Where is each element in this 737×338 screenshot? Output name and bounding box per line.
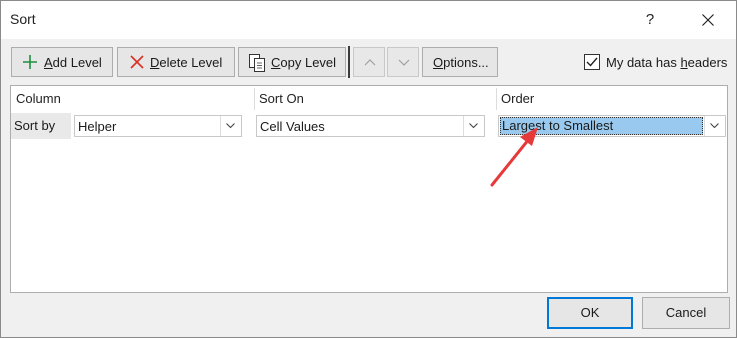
chevron-down-icon bbox=[469, 123, 478, 129]
copy-level-button[interactable]: Copy Level bbox=[238, 47, 346, 77]
chevron-down-icon bbox=[710, 123, 719, 129]
delete-x-icon bbox=[130, 55, 144, 69]
chevron-up-icon bbox=[364, 59, 376, 66]
sort-by-label: Sort by bbox=[11, 113, 71, 139]
move-down-button[interactable] bbox=[387, 47, 419, 77]
order-select-value: Largest to Smallest bbox=[500, 117, 703, 135]
column-header-column: Column bbox=[16, 91, 61, 106]
column-header-order: Order bbox=[501, 91, 535, 106]
sort-on-select-value: Cell Values bbox=[260, 119, 325, 134]
sort-levels-grid: Column Sort On Order Sort by Helper Cell… bbox=[10, 85, 728, 293]
close-icon bbox=[702, 14, 714, 26]
column-select-dropdown[interactable] bbox=[220, 116, 241, 136]
add-level-button[interactable]: Add Level bbox=[11, 47, 113, 77]
options-label: Options... bbox=[433, 55, 489, 70]
column-select-value: Helper bbox=[78, 119, 117, 134]
move-up-button[interactable] bbox=[353, 47, 385, 77]
dialog-title: Sort bbox=[10, 11, 36, 27]
ok-button[interactable]: OK bbox=[547, 297, 633, 329]
chevron-down-icon bbox=[226, 123, 235, 129]
add-level-label: Add Level bbox=[44, 55, 102, 70]
column-header-sort-on: Sort On bbox=[259, 91, 304, 106]
chevron-down-icon bbox=[398, 59, 410, 66]
headers-checkbox[interactable] bbox=[584, 54, 600, 70]
options-button[interactable]: Options... bbox=[422, 47, 498, 77]
toolbar-separator bbox=[348, 46, 350, 78]
title-bar: Sort ? bbox=[1, 1, 736, 39]
order-select[interactable]: Largest to Smallest bbox=[498, 115, 726, 137]
sort-on-select-dropdown[interactable] bbox=[463, 116, 484, 136]
plus-icon bbox=[23, 55, 37, 69]
sort-level-row: Sort by Helper Cell Values Largest to Sm… bbox=[11, 113, 727, 139]
delete-level-label: Delete Level bbox=[150, 55, 223, 70]
checkmark-icon bbox=[586, 57, 598, 67]
order-select-dropdown[interactable] bbox=[704, 116, 725, 136]
column-select[interactable]: Helper bbox=[74, 115, 242, 137]
delete-level-button[interactable]: Delete Level bbox=[117, 47, 235, 77]
cancel-button[interactable]: Cancel bbox=[642, 297, 730, 329]
close-button[interactable] bbox=[691, 5, 725, 35]
sort-on-select[interactable]: Cell Values bbox=[256, 115, 485, 137]
help-button[interactable]: ? bbox=[637, 7, 663, 33]
copy-level-label: Copy Level bbox=[271, 55, 337, 70]
copy-icon bbox=[249, 54, 265, 72]
headers-checkbox-label[interactable]: My data has headers bbox=[606, 55, 727, 70]
sort-dialog: Sort ? Add Level Delete Level Copy Level bbox=[0, 0, 737, 338]
